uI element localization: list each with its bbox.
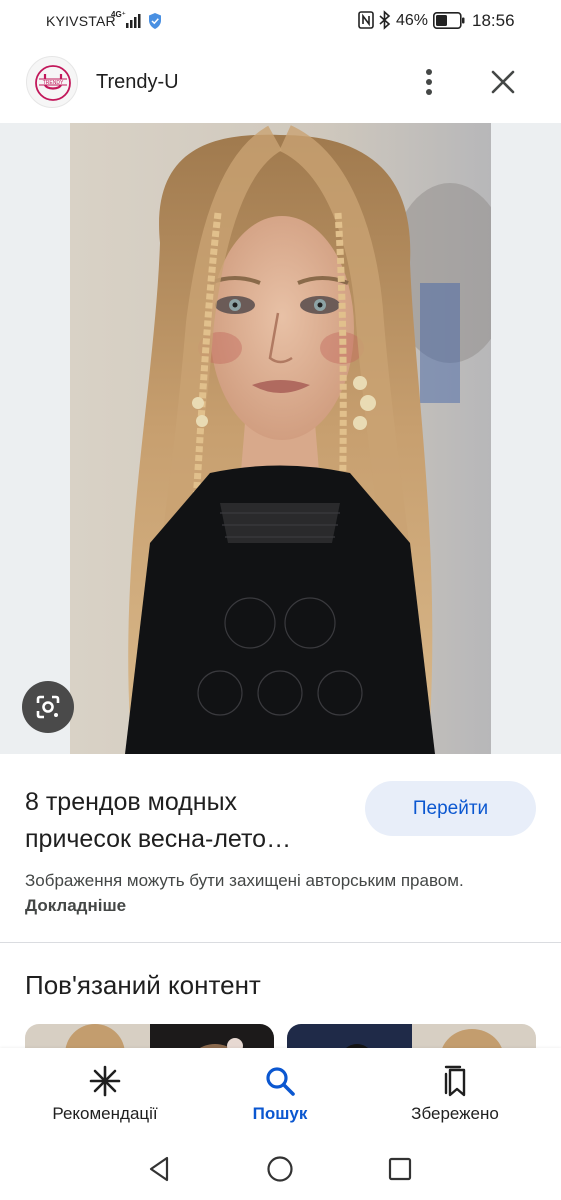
- google-lens-icon: [36, 695, 60, 719]
- system-back-button[interactable]: [145, 1154, 175, 1184]
- related-image-1: [25, 1024, 274, 1050]
- nav-label-saved: Збережено: [411, 1104, 499, 1123]
- fashion-model-photo: [70, 123, 491, 754]
- more-vert-icon: [426, 69, 432, 95]
- related-thumbnail[interactable]: [287, 1024, 536, 1050]
- trendy-u-logo-icon: TRENDY: [35, 65, 71, 101]
- shield-icon: [149, 13, 161, 29]
- network-type: 4G⁺: [111, 10, 126, 19]
- result-title: 8 трендов модных причесок весна-лето…: [25, 784, 345, 858]
- related-content-heading: Пов'язаний контент: [25, 970, 261, 1000]
- related-thumbnail[interactable]: [25, 1024, 274, 1050]
- home-circle-icon: [267, 1156, 293, 1182]
- related-thumbnails: [25, 1024, 561, 1050]
- clock: 18:56: [472, 11, 515, 30]
- system-home-button[interactable]: [265, 1154, 295, 1184]
- discover-asterisk-icon: [89, 1065, 121, 1097]
- status-bar: KYIVSTAR 4G⁺ 46% 18:56: [0, 0, 561, 44]
- nfc-icon: [358, 11, 374, 29]
- more-options-button[interactable]: [415, 66, 443, 98]
- related-image-2: [287, 1024, 536, 1050]
- nav-saved[interactable]: Збережено: [370, 1060, 540, 1132]
- nav-recommendations[interactable]: Рекомендації: [20, 1060, 190, 1132]
- close-icon: [491, 70, 515, 94]
- battery-percent: 46%: [396, 12, 429, 29]
- learn-more-link[interactable]: Докладніше: [25, 896, 126, 915]
- back-triangle-icon: [149, 1156, 169, 1182]
- nav-search[interactable]: Пошук: [195, 1060, 365, 1132]
- result-title-line1: 8 трендов модных: [25, 788, 238, 816]
- image-preview-area: [0, 123, 561, 754]
- carrier-name: KYIVSTAR: [46, 13, 116, 29]
- lens-search-button[interactable]: [22, 681, 74, 733]
- visit-site-button[interactable]: Перейти: [365, 781, 536, 836]
- result-image[interactable]: [70, 123, 491, 754]
- result-title-line2: причесок весна-лето…: [25, 825, 292, 853]
- system-navigation-bar: [0, 1140, 561, 1200]
- bottom-navigation: Рекомендації Пошук Збережено: [0, 1048, 561, 1140]
- divider: [0, 942, 561, 943]
- copyright-notice: Зображення можуть бути захищені авторськ…: [25, 868, 485, 918]
- close-button[interactable]: [488, 67, 518, 97]
- system-recents-button[interactable]: [385, 1154, 415, 1184]
- saved-bookmarks-icon: [444, 1065, 466, 1097]
- site-logo[interactable]: TRENDY: [26, 56, 78, 108]
- bluetooth-icon: [379, 10, 391, 30]
- recents-square-icon: [388, 1157, 412, 1181]
- battery-icon: [433, 12, 465, 29]
- nav-label-search: Пошук: [252, 1104, 308, 1123]
- copyright-text: Зображення можуть бути захищені авторськ…: [25, 871, 464, 890]
- signal-icon: [126, 14, 141, 28]
- search-icon: [266, 1067, 295, 1096]
- nav-label-recommendations: Рекомендації: [52, 1104, 158, 1123]
- site-title[interactable]: Trendy-U: [96, 71, 179, 94]
- result-header: TRENDY Trendy-U: [0, 52, 561, 114]
- svg-text:TRENDY: TRENDY: [43, 80, 64, 86]
